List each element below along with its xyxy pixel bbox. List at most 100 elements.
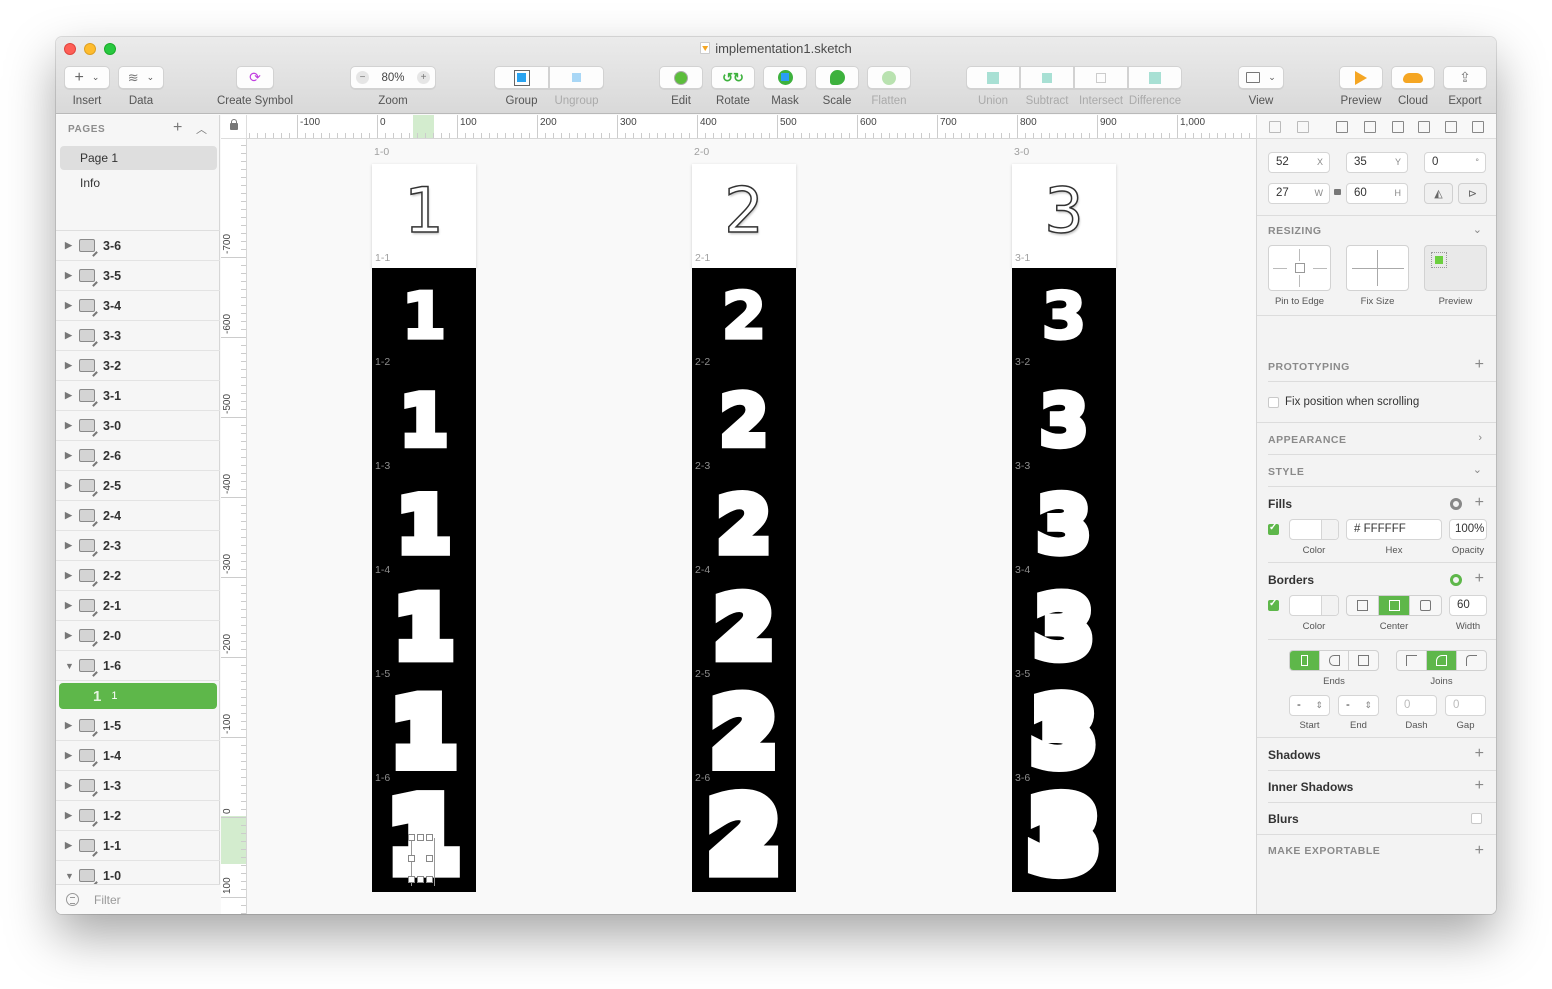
cloud-tool[interactable]: Cloud	[1391, 66, 1435, 107]
artboard-label[interactable]: 2-0	[694, 146, 709, 158]
layer-row-3-2[interactable]: ▶ 3-2	[56, 351, 220, 381]
artboard-label[interactable]: 1-1	[375, 252, 390, 264]
bevel-join-button[interactable]	[1457, 651, 1486, 670]
round-join-button[interactable]	[1427, 651, 1457, 670]
pin-right-line[interactable]	[1313, 268, 1327, 269]
fill-options-gear-icon[interactable]	[1450, 498, 1462, 510]
dash-field[interactable]: 0	[1396, 695, 1437, 716]
artboard-label[interactable]: 1-3	[375, 460, 390, 472]
artboard-label[interactable]: 1-6	[375, 772, 390, 784]
appearance-section-title[interactable]: APPEARANCE	[1268, 434, 1347, 446]
layer-row-2-2[interactable]: ▶ 2-2	[56, 561, 220, 591]
vertical-ruler[interactable]: -700 -600 -500 -400 -300 -200 -100 0 100	[221, 139, 247, 914]
layer-row-1-3[interactable]: ▶ 1-3	[56, 771, 220, 801]
view-button[interactable]: ⌄	[1238, 66, 1284, 89]
fix-width-line[interactable]	[1352, 268, 1404, 269]
fill-opacity-field[interactable]: 100%	[1449, 519, 1487, 540]
pin-bottom-line[interactable]	[1299, 275, 1300, 287]
disclosure-closed-icon[interactable]: ▶	[65, 540, 73, 551]
align-bottom-icon[interactable]	[1472, 121, 1484, 133]
disclosure-closed-icon[interactable]: ▶	[65, 270, 73, 281]
artboard-label[interactable]: 2-6	[695, 772, 710, 784]
border-color-well[interactable]	[1289, 595, 1339, 616]
border-options-gear-icon[interactable]	[1450, 574, 1462, 586]
disclosure-closed-icon[interactable]: ▶	[65, 390, 73, 401]
disclosure-closed-icon[interactable]: ▶	[65, 510, 73, 521]
layer-row-2-6[interactable]: ▶ 2-6	[56, 441, 220, 471]
artboard-label[interactable]: 3-4	[1015, 564, 1030, 576]
flatten-button[interactable]	[867, 66, 911, 89]
artboard-label[interactable]: 3-2	[1015, 356, 1030, 368]
resize-handle[interactable]	[408, 855, 415, 862]
artboard-label[interactable]: 3-6	[1015, 772, 1030, 784]
layer-row-1-6[interactable]: ▼ 1-6	[56, 651, 220, 681]
filter-input[interactable]: Filter	[56, 884, 220, 914]
artboard-label[interactable]: 3-1	[1015, 252, 1030, 264]
align-left-icon[interactable]	[1336, 121, 1348, 133]
layer-row-1-4[interactable]: ▶ 1-4	[56, 741, 220, 771]
start-arrow-select[interactable]: - ⇕	[1289, 695, 1330, 716]
group-button[interactable]	[494, 66, 549, 89]
artboard-label[interactable]: 2-5	[695, 668, 710, 680]
y-field[interactable]: 35 Y	[1346, 152, 1408, 173]
scale-button[interactable]	[815, 66, 859, 89]
artboard-label[interactable]: 1-0	[374, 146, 389, 158]
page-item-page-1[interactable]: Page 1	[60, 146, 217, 170]
artboard-label[interactable]: 3-5	[1015, 668, 1030, 680]
disclosure-closed-icon[interactable]: ▶	[65, 600, 73, 611]
flip-vertical-button[interactable]: ⊳	[1458, 183, 1487, 204]
pin-to-edge-control[interactable]	[1268, 245, 1331, 291]
blur-enabled-checkbox[interactable]	[1471, 813, 1482, 824]
border-center-button[interactable]	[1378, 596, 1411, 615]
horizontal-ruler[interactable]: -100 0 100 200 300 400 500 600 700 800 900 1,000	[247, 115, 1256, 139]
artboard-label[interactable]: 2-2	[695, 356, 710, 368]
disclosure-closed-icon[interactable]: ▶	[65, 450, 73, 461]
layer-row-2-0[interactable]: ▶ 2-0	[56, 621, 220, 651]
disclosure-closed-icon[interactable]: ▶	[65, 630, 73, 641]
zoom-value[interactable]: 80%	[381, 72, 404, 84]
add-export-button[interactable]: +	[1475, 843, 1484, 859]
mask-button[interactable]	[763, 66, 807, 89]
add-border-button[interactable]: +	[1475, 571, 1484, 587]
difference-button[interactable]	[1128, 66, 1182, 89]
disclosure-closed-icon[interactable]: ▶	[65, 780, 73, 791]
disclosure-closed-icon[interactable]: ▶	[65, 240, 73, 251]
align-center-icon[interactable]	[1364, 121, 1376, 133]
resize-handle[interactable]	[408, 834, 415, 841]
border-outside-button[interactable]	[1410, 596, 1441, 615]
add-shadow-button[interactable]: +	[1475, 746, 1484, 762]
rotate-tool[interactable]: ↺↻ Rotate	[711, 66, 755, 107]
gap-field[interactable]: 0	[1445, 695, 1486, 716]
end-arrow-select[interactable]: - ⇕	[1338, 695, 1379, 716]
resize-handle[interactable]	[408, 876, 415, 883]
add-fill-button[interactable]: +	[1475, 495, 1484, 511]
zoom-in-button[interactable]: +	[417, 71, 430, 84]
layer-row-2-4[interactable]: ▶ 2-4	[56, 501, 220, 531]
align-middle-icon[interactable]	[1445, 121, 1457, 133]
flatten-tool[interactable]: Flatten	[867, 66, 911, 107]
rotate-button[interactable]: ↺↻	[711, 66, 755, 89]
disclosure-closed-icon[interactable]: ▶	[65, 840, 73, 851]
disclosure-closed-icon[interactable]: ▶	[65, 300, 73, 311]
resize-handle[interactable]	[426, 876, 433, 883]
fill-color-well[interactable]	[1289, 519, 1339, 540]
lock-ratio-icon[interactable]	[1334, 189, 1341, 195]
layer-row-1-0[interactable]: ▼ 1-0	[56, 861, 220, 885]
width-field[interactable]: 27 W	[1268, 183, 1330, 204]
chevron-right-icon[interactable]: ›	[1478, 432, 1482, 444]
layer-row-3-5[interactable]: ▶ 3-5	[56, 261, 220, 291]
distribute-horizontal-icon[interactable]	[1269, 121, 1281, 133]
mask-tool[interactable]: Mask	[763, 66, 807, 107]
disclosure-closed-icon[interactable]: ▶	[65, 750, 73, 761]
height-field[interactable]: 60 H	[1346, 183, 1408, 204]
layer-row-2-1[interactable]: ▶ 2-1	[56, 591, 220, 621]
union-button[interactable]	[966, 66, 1020, 89]
layer-row-2-5[interactable]: ▶ 2-5	[56, 471, 220, 501]
resize-handle[interactable]	[417, 876, 424, 883]
subtract-button[interactable]	[1020, 66, 1074, 89]
disclosure-closed-icon[interactable]: ▶	[65, 720, 73, 731]
layer-row-3-1[interactable]: ▶ 3-1	[56, 381, 220, 411]
add-inner-shadow-button[interactable]: +	[1475, 778, 1484, 794]
align-right-icon[interactable]	[1392, 121, 1404, 133]
distribute-vertical-icon[interactable]	[1297, 121, 1309, 133]
